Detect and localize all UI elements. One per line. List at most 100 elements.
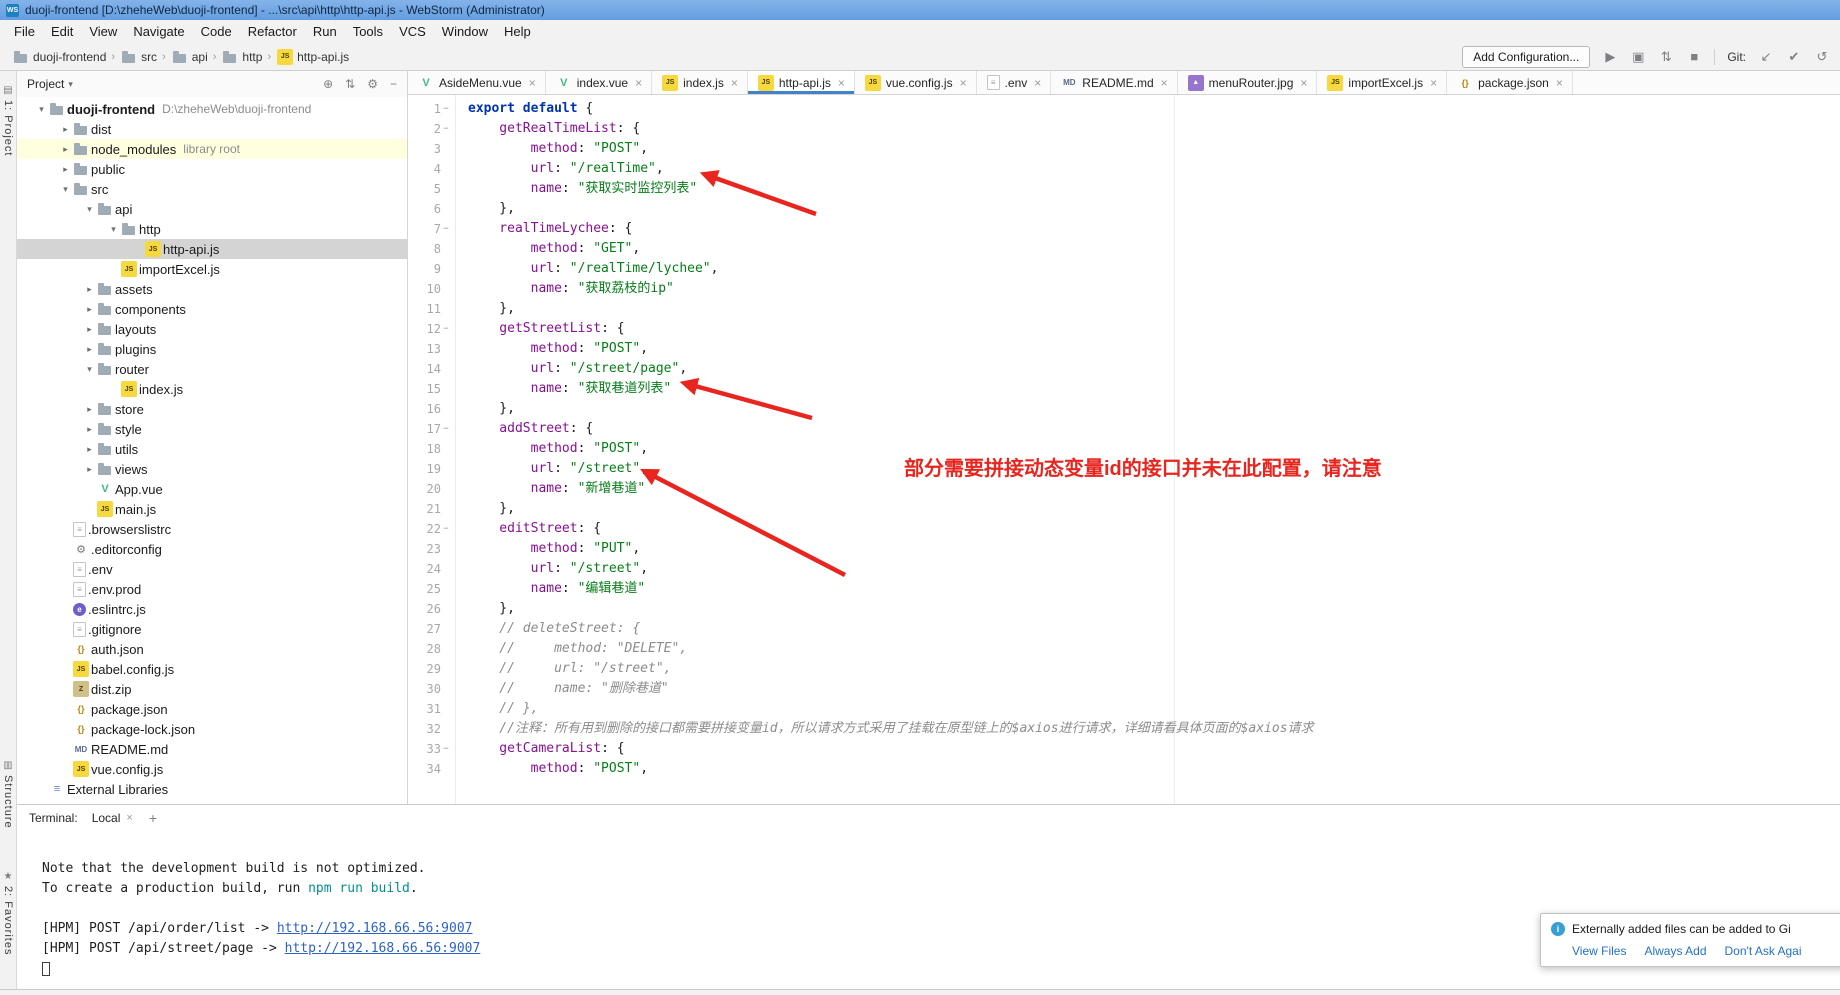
add-configuration-button[interactable]: Add Configuration... — [1462, 46, 1590, 68]
settings-icon[interactable]: ⚙ — [367, 77, 378, 91]
tree-item-app-vue[interactable]: App.vue — [17, 479, 407, 499]
tab-menurouter-jpg[interactable]: menuRouter.jpg× — [1178, 71, 1318, 94]
tree-item-readme-md[interactable]: README.md — [17, 739, 407, 759]
locate-file-icon[interactable]: ⊕ — [323, 77, 333, 91]
tree-item-node-modules[interactable]: ▸node_moduleslibrary root — [17, 139, 407, 159]
tree-item-index-js[interactable]: index.js — [17, 379, 407, 399]
fold-marker-icon[interactable]: − — [441, 424, 451, 434]
tab-index-vue[interactable]: index.vue× — [546, 71, 652, 94]
tree-item-dist[interactable]: ▸dist — [17, 119, 407, 139]
tree-item-vue-config-js[interactable]: vue.config.js — [17, 759, 407, 779]
fold-marker-icon[interactable]: − — [441, 224, 451, 234]
tree-item-src[interactable]: ▾src — [17, 179, 407, 199]
tree-item-utils[interactable]: ▸utils — [17, 439, 407, 459]
close-icon[interactable]: × — [1034, 76, 1041, 90]
tab-readme-md[interactable]: README.md× — [1051, 71, 1177, 94]
tree-item-public[interactable]: ▸public — [17, 159, 407, 179]
tab-env[interactable]: .env× — [977, 71, 1052, 94]
menu-item-file[interactable]: File — [6, 22, 43, 41]
editor-body[interactable]: 1−2−34567−89101112−1314151617−1819202122… — [408, 95, 1840, 804]
chevron-down-icon[interactable]: ▾ — [59, 184, 72, 195]
close-icon[interactable]: × — [1161, 76, 1168, 90]
tree-item-style[interactable]: ▸style — [17, 419, 407, 439]
stop-icon[interactable]: ■ — [1686, 49, 1702, 64]
git-history-icon[interactable]: ↺ — [1814, 49, 1830, 65]
chevron-right-icon[interactable]: ▸ — [83, 324, 96, 335]
menu-item-vcs[interactable]: VCS — [391, 22, 434, 41]
menu-item-edit[interactable]: Edit — [43, 22, 81, 41]
breadcrumb-item-http-api-js[interactable]: http-api.js — [274, 49, 351, 65]
tree-item-router[interactable]: ▾router — [17, 359, 407, 379]
close-icon[interactable]: × — [1300, 76, 1307, 90]
close-icon[interactable]: × — [731, 76, 738, 90]
notification-popup[interactable]: i Externally added files can be added to… — [1540, 913, 1840, 967]
notification-action-always-add[interactable]: Always Add — [1644, 944, 1706, 958]
tree-item-main-js[interactable]: main.js — [17, 499, 407, 519]
tree-item-layouts[interactable]: ▸layouts — [17, 319, 407, 339]
notification-action-don-t-ask-agai[interactable]: Don't Ask Agai — [1725, 944, 1802, 958]
tab-package-json[interactable]: package.json× — [1447, 71, 1573, 94]
breadcrumb-item-http[interactable]: http — [219, 49, 264, 65]
tree-item-gitignore[interactable]: .gitignore — [17, 619, 407, 639]
tree-item-store[interactable]: ▸store — [17, 399, 407, 419]
tree-item-http-api-js[interactable]: http-api.js — [17, 239, 407, 259]
menu-item-run[interactable]: Run — [305, 22, 345, 41]
tree-item-eslintrc-js[interactable]: .eslintrc.js — [17, 599, 407, 619]
menu-item-help[interactable]: Help — [496, 22, 539, 41]
chevron-down-icon[interactable]: ▾ — [83, 204, 96, 215]
editor-code[interactable]: export default { getRealTimeList: { meth… — [456, 95, 1840, 804]
tree-item-duoji-frontend[interactable]: ▾duoji-frontendD:\zheheWeb\duoji-fronten… — [17, 99, 407, 119]
run-icon[interactable]: ▶ — [1602, 49, 1618, 65]
close-icon[interactable]: × — [635, 76, 642, 90]
tree-item-dist-zip[interactable]: dist.zip — [17, 679, 407, 699]
chevron-right-icon[interactable]: ▸ — [59, 124, 72, 135]
menu-item-window[interactable]: Window — [434, 22, 496, 41]
tree-item-views[interactable]: ▸views — [17, 459, 407, 479]
chevron-right-icon[interactable]: ▸ — [83, 344, 96, 355]
tree-item-auth-json[interactable]: auth.json — [17, 639, 407, 659]
tree-item-plugins[interactable]: ▸plugins — [17, 339, 407, 359]
breadcrumb-item-src[interactable]: src — [118, 49, 159, 65]
menu-item-refactor[interactable]: Refactor — [240, 22, 305, 41]
menu-item-navigate[interactable]: Navigate — [125, 22, 192, 41]
terminal-link[interactable]: http://192.168.66.56:9007 — [277, 921, 473, 936]
chevron-right-icon[interactable]: ▸ — [83, 464, 96, 475]
tab-http-api-js[interactable]: http-api.js× — [748, 71, 855, 94]
git-commit-icon[interactable]: ✔ — [1786, 49, 1802, 65]
terminal-link[interactable]: http://192.168.66.56:9007 — [285, 941, 481, 956]
tree-item-env-prod[interactable]: .env.prod — [17, 579, 407, 599]
tree-item-env[interactable]: .env — [17, 559, 407, 579]
git-update-icon[interactable]: ↙ — [1758, 49, 1774, 65]
close-icon[interactable]: × — [838, 76, 845, 90]
chevron-right-icon[interactable]: ▸ — [59, 144, 72, 155]
chevron-right-icon[interactable]: ▸ — [83, 404, 96, 415]
coverage-icon[interactable]: ⇅ — [1658, 49, 1674, 65]
close-icon[interactable]: × — [1430, 76, 1437, 90]
tree-item-browserslistrc[interactable]: .browserslistrc — [17, 519, 407, 539]
chevron-down-icon[interactable]: ▾ — [107, 224, 120, 235]
tool-button-structure[interactable]: ▥ Structure — [0, 760, 16, 829]
close-icon[interactable]: × — [960, 76, 967, 90]
breadcrumb-item-api[interactable]: api — [169, 49, 210, 65]
tab-index-js[interactable]: index.js× — [652, 71, 748, 94]
chevron-right-icon[interactable]: ▸ — [83, 284, 96, 295]
hide-panel-icon[interactable]: − — [390, 77, 397, 91]
close-icon[interactable]: × — [126, 812, 132, 824]
collapse-all-icon[interactable]: ⇅ — [345, 77, 355, 91]
tool-button-project[interactable]: ▤ 1: Project — [0, 85, 16, 156]
tree-item-package-lock-json[interactable]: package-lock.json — [17, 719, 407, 739]
tree-item-assets[interactable]: ▸assets — [17, 279, 407, 299]
menu-item-code[interactable]: Code — [193, 22, 240, 41]
new-terminal-icon[interactable]: + — [149, 810, 157, 826]
tree-item-components[interactable]: ▸components — [17, 299, 407, 319]
tab-importexcel-js[interactable]: importExcel.js× — [1317, 71, 1447, 94]
notification-action-view-files[interactable]: View Files — [1572, 944, 1626, 958]
terminal-tab-local[interactable]: Local × — [88, 809, 137, 827]
project-panel-header[interactable]: Project ▾ ⊕⇅⚙− — [17, 71, 407, 97]
fold-marker-icon[interactable]: − — [441, 124, 451, 134]
tree-item-package-json[interactable]: package.json — [17, 699, 407, 719]
tree-item-external-libraries[interactable]: External Libraries — [17, 779, 407, 799]
tree-item-importexcel-js[interactable]: importExcel.js — [17, 259, 407, 279]
tree-item-editorconfig[interactable]: .editorconfig — [17, 539, 407, 559]
fold-marker-icon[interactable]: − — [441, 744, 451, 754]
